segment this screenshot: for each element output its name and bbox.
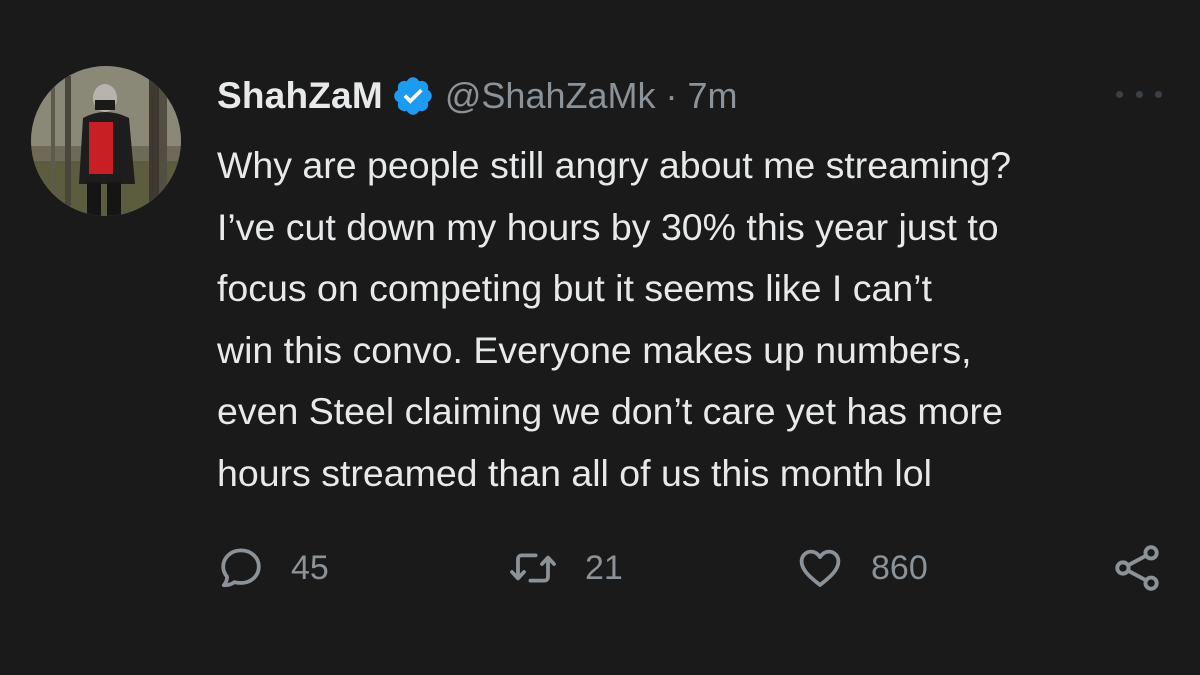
share-button[interactable] xyxy=(1111,540,1163,596)
retweet-button[interactable]: 21 xyxy=(507,540,623,596)
user-handle[interactable]: @ShahZaMk xyxy=(445,75,656,117)
speech-bubble-icon xyxy=(217,544,265,592)
tweet-header: ShahZaM @ShahZaMk · 7m xyxy=(217,72,738,120)
reply-button[interactable]: 45 xyxy=(217,540,329,596)
tweet-text-line: win this convo. Everyone makes up number… xyxy=(217,328,972,371)
timestamp[interactable]: 7m xyxy=(687,75,737,117)
tweet-text: Why are people still angry about me stre… xyxy=(217,135,1182,504)
tweet-text-line: hours streamed than all of us this month… xyxy=(217,451,932,494)
retweet-count: 21 xyxy=(585,548,623,587)
tweet-actions: 45 21 860 xyxy=(217,540,1177,596)
ellipsis-icon xyxy=(1155,90,1162,98)
tweet-card: ShahZaM @ShahZaMk · 7m Why are people st… xyxy=(0,0,1200,675)
avatar[interactable] xyxy=(31,66,181,216)
more-options-button[interactable] xyxy=(1116,84,1162,104)
reply-count: 45 xyxy=(291,548,329,587)
tweet-text-line: I’ve cut down my hours by 30% this year … xyxy=(217,205,999,248)
retweet-arrows-icon xyxy=(507,544,559,592)
separator-dot: · xyxy=(665,75,678,116)
profile-photo-icon xyxy=(31,66,181,216)
tweet-text-line: focus on competing but it seems like I c… xyxy=(217,267,932,309)
share-nodes-icon xyxy=(1111,542,1163,594)
verified-badge-icon xyxy=(391,74,435,118)
heart-icon xyxy=(795,544,845,592)
ellipsis-icon xyxy=(1116,90,1123,98)
display-name[interactable]: ShahZaM xyxy=(217,75,383,117)
like-button[interactable]: 860 xyxy=(795,540,928,596)
ellipsis-icon xyxy=(1135,90,1143,98)
tweet-text-line: Why are people still angry about me stre… xyxy=(217,144,1012,186)
tweet-text-line: even Steel claiming we don’t care yet ha… xyxy=(217,390,1003,432)
like-count: 860 xyxy=(871,548,928,587)
